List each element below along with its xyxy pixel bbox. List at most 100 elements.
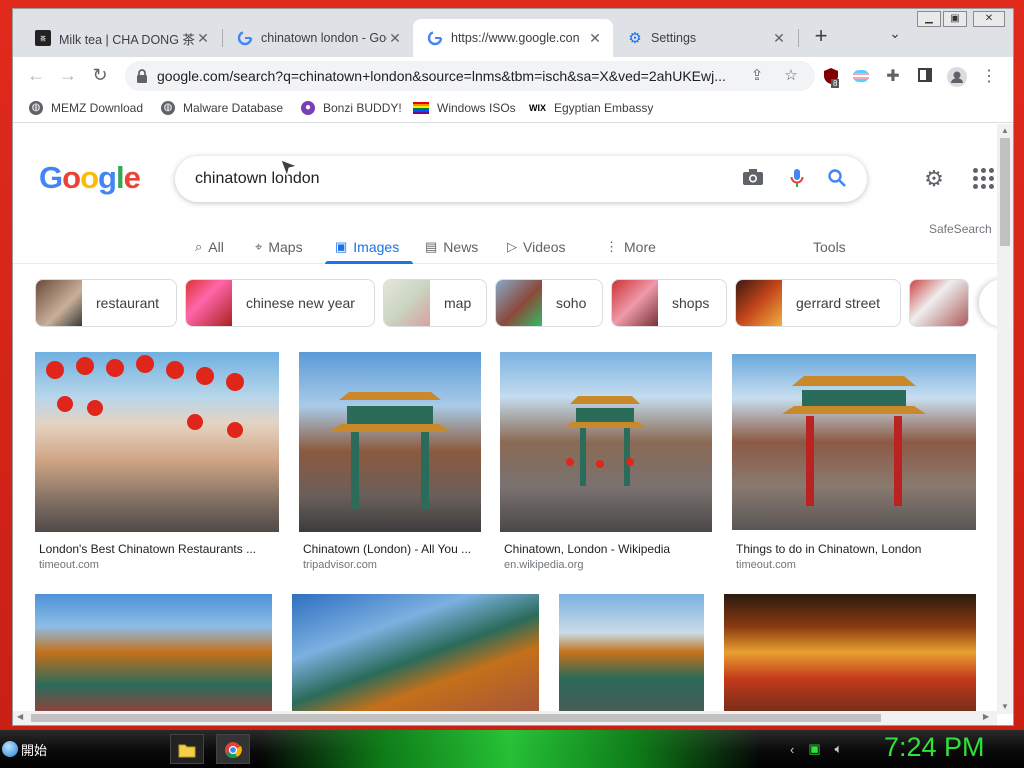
- chrome-icon: [225, 742, 242, 759]
- horizontal-scrollbar[interactable]: ◀ ▶: [13, 711, 997, 725]
- scroll-left-arrow-icon[interactable]: ◀: [17, 712, 23, 721]
- result-title[interactable]: London's Best Chinatown Restaurants ...: [39, 542, 275, 556]
- scroll-up-arrow-icon[interactable]: ▲: [1001, 126, 1009, 135]
- image-result-row2-4[interactable]: [724, 594, 976, 714]
- puzzle-extensions-icon[interactable]: ✚: [883, 67, 903, 87]
- search-box[interactable]: chinatown london: [175, 156, 867, 202]
- tray-expand-icon[interactable]: ‹: [790, 742, 794, 757]
- forward-button[interactable]: →: [55, 63, 81, 89]
- tools-button[interactable]: Tools: [813, 239, 846, 255]
- taskbar-clock[interactable]: 7:24 PM: [884, 732, 985, 763]
- close-icon[interactable]: ✕: [771, 30, 787, 47]
- chip-thumbnail: [36, 280, 82, 326]
- chip-map[interactable]: map: [383, 279, 487, 327]
- new-tab-button[interactable]: +: [807, 23, 835, 51]
- maximize-button[interactable]: ▣: [943, 11, 967, 27]
- window-close-button[interactable]: ✕: [973, 11, 1005, 27]
- tab-all[interactable]: ⌕ All: [195, 232, 224, 262]
- search-icon: ⌕: [195, 239, 203, 254]
- menu-kebab-icon[interactable]: ⋮: [979, 67, 999, 87]
- bookmark-star-icon[interactable]: ☆: [781, 66, 801, 86]
- chrome-taskbar-button[interactable]: [216, 734, 250, 764]
- image-result-wikipedia[interactable]: Chinatown, London - Wikipedia en.wikiped…: [500, 352, 712, 582]
- reload-button[interactable]: ↻: [87, 63, 113, 89]
- file-explorer-taskbar-button[interactable]: [170, 734, 204, 764]
- close-icon[interactable]: ✕: [587, 30, 603, 47]
- search-icon[interactable]: [825, 168, 849, 192]
- bookmark-egyptian-embassy[interactable]: WIX Egyptian Embassy: [529, 101, 653, 115]
- chevron-right-icon[interactable]: ›: [979, 279, 997, 327]
- address-bar[interactable]: google.com/search?q=chinatown+london&sou…: [125, 61, 815, 91]
- tab-images[interactable]: ▣ Images: [335, 232, 399, 262]
- image-result-row2-2[interactable]: [292, 594, 539, 714]
- profile-avatar-icon[interactable]: [947, 67, 967, 87]
- taskbar-glow: [260, 730, 760, 768]
- tab-maps[interactable]: ⌖ Maps: [255, 232, 303, 262]
- network-icon[interactable]: ▣: [808, 741, 820, 757]
- settings-gear-icon[interactable]: ⚙: [921, 166, 947, 192]
- microphone-icon[interactable]: [785, 168, 809, 192]
- trans-flag-extension-icon[interactable]: [851, 67, 871, 87]
- tab-more[interactable]: ⋮ More: [605, 232, 656, 262]
- apps-grid-icon[interactable]: [973, 168, 995, 190]
- minimize-button[interactable]: ▁: [917, 11, 941, 27]
- bookmark-memz[interactable]: ◍ MEMZ Download: [29, 101, 143, 115]
- taskbar: 開始 ‹ ▣ 🔈︎ 7:24 PM: [0, 730, 1024, 768]
- scrollbar-thumb[interactable]: [1000, 138, 1010, 246]
- tab-separator: [798, 29, 799, 47]
- folder-icon: [178, 744, 196, 758]
- tab-label: Videos: [523, 239, 566, 255]
- image-icon: ▣: [335, 239, 348, 254]
- chip-chinese-new-year[interactable]: chinese new year: [185, 279, 375, 327]
- extension-badge: 8: [831, 79, 840, 88]
- result-thumbnail: [35, 352, 279, 532]
- scroll-right-arrow-icon[interactable]: ▶: [983, 712, 989, 721]
- camera-icon[interactable]: [741, 168, 765, 192]
- tab-settings[interactable]: ⚙ Settings ✕: [613, 19, 797, 57]
- close-icon[interactable]: ✕: [387, 30, 403, 47]
- image-result-tripadvisor[interactable]: Chinatown (London) - All You ... tripadv…: [299, 352, 481, 582]
- back-button[interactable]: ←: [23, 63, 49, 89]
- start-button[interactable]: 開始: [2, 736, 47, 762]
- side-panel-icon[interactable]: [915, 67, 935, 87]
- bookmarks-bar: ◍ MEMZ Download ◍ Malware Database ● Bon…: [13, 95, 1013, 123]
- image-result-row2-3[interactable]: [559, 594, 704, 714]
- chip-partial[interactable]: [909, 279, 969, 327]
- mouse-cursor-icon: [280, 159, 299, 178]
- share-icon[interactable]: ⇪: [747, 66, 767, 86]
- chip-gerrard-street[interactable]: gerrard street: [735, 279, 901, 327]
- tab-label: All: [208, 239, 224, 255]
- tab-google-images-active[interactable]: https://www.google.con ✕: [413, 19, 613, 57]
- tab-news[interactable]: ▤ News: [425, 232, 478, 262]
- logo-letter: o: [80, 160, 99, 195]
- scroll-down-arrow-icon[interactable]: ▼: [1001, 702, 1009, 711]
- ublock-extension-icon[interactable]: 8: [821, 67, 841, 88]
- tab-label: chinatown london - Goo: [261, 31, 387, 45]
- tab-search-button[interactable]: ⌄: [883, 25, 907, 49]
- bookmark-windows-isos[interactable]: Windows ISOs: [413, 101, 516, 115]
- bookmark-malware-database[interactable]: ◍ Malware Database: [161, 101, 283, 115]
- volume-icon[interactable]: 🔈︎: [835, 741, 843, 757]
- result-thumbnail: [559, 594, 704, 714]
- tab-label: Settings: [651, 31, 697, 45]
- close-icon[interactable]: ✕: [195, 30, 211, 47]
- bookmark-bonzi-buddy[interactable]: ● Bonzi BUDDY!: [301, 101, 402, 115]
- tab-cha-dong[interactable]: 茶 Milk tea | CHA DONG 茶 ✕: [21, 19, 221, 57]
- tab-label: Milk tea | CHA DONG 茶: [59, 32, 195, 47]
- result-title[interactable]: Things to do in Chinatown, London: [736, 542, 976, 556]
- chip-shops[interactable]: shops: [611, 279, 727, 327]
- result-title[interactable]: Chinatown, London - Wikipedia: [504, 542, 712, 556]
- chip-soho[interactable]: soho: [495, 279, 603, 327]
- tab-chinatown-search[interactable]: chinatown london - Goo ✕: [223, 19, 413, 57]
- google-g-icon: [237, 30, 253, 46]
- image-result-timeout-restaurants[interactable]: London's Best Chinatown Restaurants ... …: [35, 352, 279, 582]
- tab-videos[interactable]: ▷ Videos: [507, 232, 566, 262]
- result-title[interactable]: Chinatown (London) - All You ...: [303, 542, 481, 556]
- image-result-timeout-things-to-do[interactable]: Things to do in Chinatown, London timeou…: [732, 354, 976, 582]
- chip-label: restaurant: [96, 295, 160, 311]
- chip-restaurant[interactable]: restaurant: [35, 279, 177, 327]
- scrollbar-thumb[interactable]: [31, 714, 881, 722]
- google-logo[interactable]: Google: [39, 160, 141, 196]
- image-result-row2-1[interactable]: [35, 594, 272, 714]
- vertical-scrollbar[interactable]: ▲ ▼: [997, 124, 1013, 714]
